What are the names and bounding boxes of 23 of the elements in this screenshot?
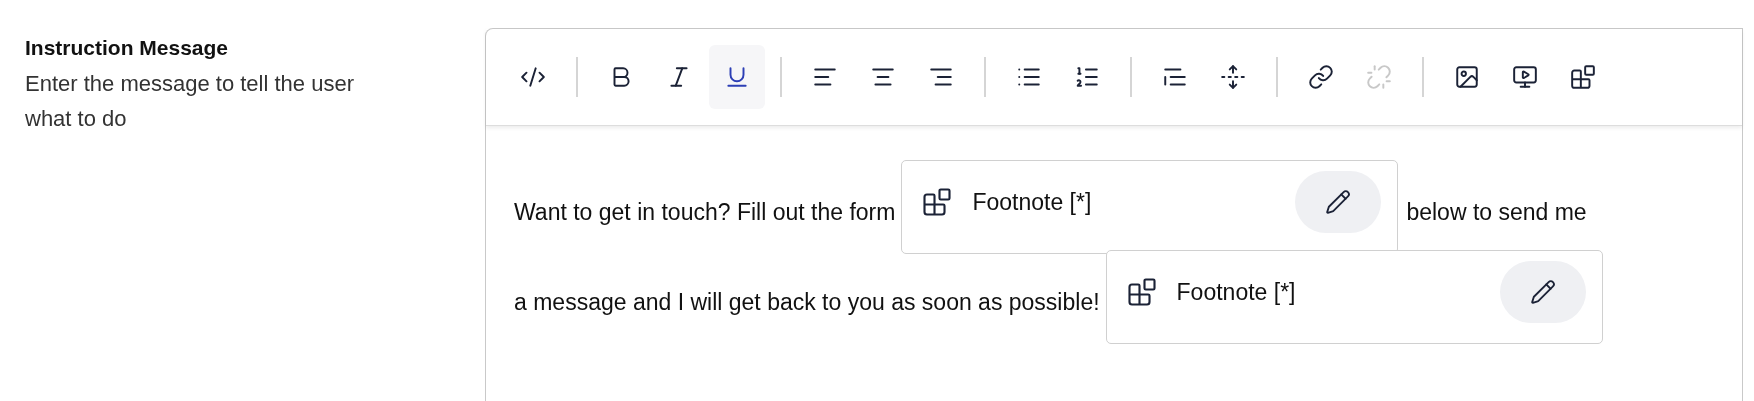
footnote-label: Footnote [*]: [1176, 278, 1297, 306]
code-icon: [520, 64, 546, 90]
pencil-icon: [1325, 189, 1352, 215]
footnote-chip[interactable]: Footnote [*]: [901, 160, 1399, 254]
horizontal-rule-icon: [1220, 64, 1246, 90]
body-text: Want to get in touch? Fill out the form: [514, 197, 896, 226]
footnote-label: Footnote [*]: [972, 188, 1093, 216]
numbered-list-icon: [1074, 64, 1100, 90]
blocks-icon: [922, 187, 953, 217]
underline-button[interactable]: [709, 45, 765, 109]
body-text: a message and I will get back to you as soon as possible!: [514, 287, 1100, 316]
field-description: Enter the message to tell the user what to do: [25, 70, 355, 133]
link-icon: [1308, 64, 1334, 90]
footnote-chip[interactable]: Footnote [*]: [1105, 250, 1603, 344]
image-icon: [1454, 64, 1480, 90]
unlink-icon: [1366, 64, 1392, 90]
blocks-icon: [1570, 64, 1596, 90]
blocks-icon: [1126, 277, 1157, 307]
pencil-icon: [1529, 279, 1556, 305]
body-text: below to send me: [1406, 197, 1587, 226]
field-label: Instruction Message: [25, 36, 230, 60]
video-icon: [1512, 64, 1538, 90]
underline-icon: [724, 64, 750, 90]
